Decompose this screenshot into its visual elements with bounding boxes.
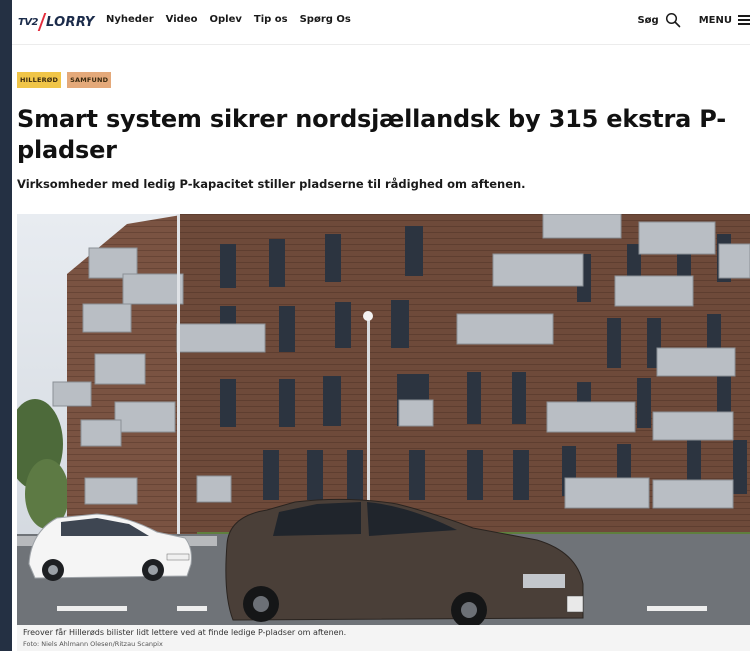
tag-category[interactable]: SAMFUND bbox=[67, 72, 112, 88]
photo-caption: Freover får Hillerøds bilister lidt lett… bbox=[17, 625, 750, 651]
article-photo[interactable] bbox=[17, 214, 750, 625]
caption-text: Freover får Hillerøds bilister lidt lett… bbox=[23, 628, 347, 637]
nav-item-tip-os[interactable]: Tip os bbox=[254, 14, 288, 25]
hamburger-icon[interactable] bbox=[738, 13, 750, 27]
article-tags: HILLERØD SAMFUND bbox=[17, 72, 112, 88]
nav-item-sporg-os[interactable]: Spørg Os bbox=[300, 14, 351, 25]
article-page: TV2 LORRY Nyheder Video Oplev Tip os Spø… bbox=[12, 0, 750, 651]
logo-slash bbox=[37, 13, 47, 31]
main-nav: Nyheder Video Oplev Tip os Spørg Os bbox=[106, 14, 351, 25]
logo-tv2: TV2 bbox=[18, 16, 39, 28]
tag-location[interactable]: HILLERØD bbox=[17, 72, 62, 88]
nav-item-nyheder[interactable]: Nyheder bbox=[106, 14, 154, 25]
site-logo[interactable]: TV2 LORRY bbox=[18, 12, 95, 32]
search-label[interactable]: Søg bbox=[637, 15, 658, 26]
search-icon[interactable] bbox=[665, 12, 681, 28]
building-photo-illustration bbox=[17, 214, 750, 625]
nav-item-video[interactable]: Video bbox=[166, 14, 198, 25]
nav-item-oplev[interactable]: Oplev bbox=[209, 14, 241, 25]
logo-lorry: LORRY bbox=[46, 14, 95, 30]
menu-label[interactable]: MENU bbox=[699, 15, 732, 26]
article-title: Smart system sikrer nordsjællandsk by 31… bbox=[17, 105, 726, 164]
photo-credit: Foto: Niels Ahlmann Olesen/Ritzau Scanpi… bbox=[23, 640, 163, 648]
article-subtitle: Virksomheder med ledig P-kapacitet still… bbox=[17, 177, 526, 191]
site-header: TV2 LORRY Nyheder Video Oplev Tip os Spø… bbox=[12, 0, 750, 45]
header-tools: Søg MENU bbox=[637, 12, 750, 28]
